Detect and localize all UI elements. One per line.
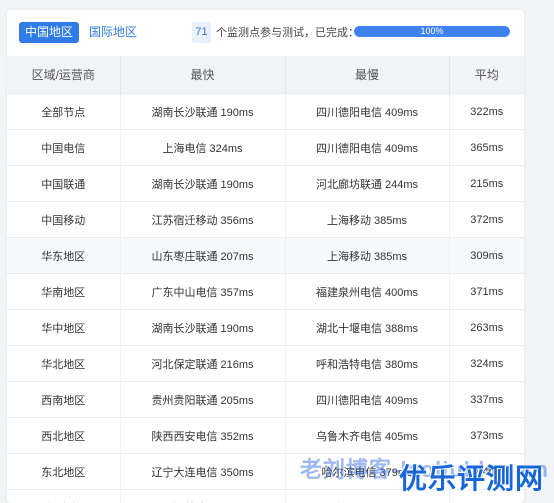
cell-average: 371ms <box>449 273 524 310</box>
cell-region: 东北地区 <box>7 453 121 490</box>
progress-bar: 100% <box>354 26 510 37</box>
cell-fastest: 贵州贵阳联通 205ms <box>120 381 286 418</box>
cell-fastest: 湖南长沙联通 190ms <box>120 93 286 130</box>
tab-international-region[interactable]: 国际地区 <box>83 22 143 43</box>
cell-slowest: 呼和浩特电信 380ms <box>285 345 450 382</box>
cell-slowest: 福建泉州电信 400ms <box>285 273 450 310</box>
table-row: 华南地区 广东中山电信 357ms 福建泉州电信 400ms 371ms <box>7 273 524 310</box>
cell-fastest: 河北保定联通 216ms <box>120 345 286 382</box>
cell-slowest: 乌鲁木齐电信 405ms <box>285 417 450 454</box>
cell-region: 华中地区 <box>7 309 121 346</box>
cell-slowest: 河北廊坊联通 244ms <box>285 165 450 202</box>
table-row: 西北地区 陕西西安电信 352ms 乌鲁木齐电信 405ms 373ms <box>7 417 524 454</box>
cell-region: 华北地区 <box>7 345 121 382</box>
cell-slowest: 上海移动 385ms <box>285 237 450 274</box>
results-table: 区域/运营商 最快 最慢 平均 全部节点 湖南长沙联通 190ms 四川德阳电信 4… <box>7 56 524 503</box>
table-row: 西南地区 贵州贵阳联通 205ms 四川德阳电信 409ms 337ms <box>7 381 524 418</box>
table-row: 港澳台香港荃湾 210ms香港GCP 350ms <box>7 489 524 503</box>
cell-region: 中国移动 <box>7 201 121 238</box>
cell-region: 中国联通 <box>7 165 121 202</box>
progress-label: 个监测点参与测试，已完成： <box>216 27 359 39</box>
table-header-row: 区域/运营商 最快 最慢 平均 <box>7 56 524 94</box>
cell-fastest: 辽宁大连电信 350ms <box>120 453 286 490</box>
table-row: 华北地区 河北保定联通 216ms 呼和浩特电信 380ms 324ms <box>7 345 524 382</box>
cell-slowest: 四川德阳电信 409ms <box>285 93 450 130</box>
cell-average <box>449 489 524 503</box>
table-row: 华中地区 湖南长沙联通 190ms 湖北十堰电信 388ms 263ms <box>7 309 524 346</box>
progress-fill: 100% <box>354 26 510 37</box>
cell-average: 365ms <box>449 129 524 166</box>
toolbar: 中国地区 国际地区 71 个监测点参与测试，已完成： 100% <box>7 10 524 56</box>
cell-region: 全部节点 <box>7 93 121 130</box>
cell-fastest: 上海电信 324ms <box>120 129 286 166</box>
cell-region: 华南地区 <box>7 273 121 310</box>
cell-slowest: 四川德阳电信 409ms <box>285 381 450 418</box>
table-row: 华东地区 山东枣庄联通 207ms 上海移动 385ms 309ms <box>7 237 524 274</box>
cell-average: 364ms <box>449 453 524 490</box>
cell-fastest: 江苏宿迁移动 356ms <box>120 201 286 238</box>
column-header-slowest: 最慢 <box>285 56 450 94</box>
table-row: 中国联通 湖南长沙联通 190ms 河北廊坊联通 244ms 215ms <box>7 165 524 202</box>
cell-average: 372ms <box>449 201 524 238</box>
cell-slowest: 哈尔滨电信 379ms <box>285 453 450 490</box>
cell-average: 373ms <box>449 417 524 454</box>
cell-region: 港澳台 <box>7 489 121 503</box>
column-header-region: 区域/运营商 <box>7 56 121 94</box>
column-header-average: 平均 <box>449 56 524 94</box>
cell-average: 324ms <box>449 345 524 382</box>
table-row: 中国电信 上海电信 324ms 四川德阳电信 409ms 365ms <box>7 129 524 166</box>
cell-region: 华东地区 <box>7 237 121 274</box>
cell-average: 322ms <box>449 93 524 130</box>
cell-average: 337ms <box>449 381 524 418</box>
cell-fastest: 湖南长沙联通 190ms <box>120 309 286 346</box>
column-header-fastest: 最快 <box>120 56 286 94</box>
table-row: 中国移动 江苏宿迁移动 356ms 上海移动 385ms 372ms <box>7 201 524 238</box>
cell-fastest: 陕西西安电信 352ms <box>120 417 286 454</box>
node-count-badge: 71 <box>192 22 211 43</box>
cell-region: 西南地区 <box>7 381 121 418</box>
table-row: 东北地区 辽宁大连电信 350ms 哈尔滨电信 379ms 364ms <box>7 453 524 490</box>
cell-slowest: 四川德阳电信 409ms <box>285 129 450 166</box>
cell-region: 西北地区 <box>7 417 121 454</box>
cell-fastest: 广东中山电信 357ms <box>120 273 286 310</box>
cell-fastest: 湖南长沙联通 190ms <box>120 165 286 202</box>
cell-slowest: 上海移动 385ms <box>285 201 450 238</box>
tab-china-region[interactable]: 中国地区 <box>19 22 80 43</box>
cell-average: 263ms <box>449 309 524 346</box>
cell-average: 309ms <box>449 237 524 274</box>
cell-average: 215ms <box>449 165 524 202</box>
cell-slowest: 湖北十堰电信 388ms <box>285 309 450 346</box>
cell-fastest: 香港荃湾 210ms <box>120 489 286 503</box>
cell-region: 中国电信 <box>7 129 121 166</box>
table-row: 全部节点 湖南长沙联通 190ms 四川德阳电信 409ms 322ms <box>7 93 524 130</box>
speed-test-panel: 中国地区 国际地区 71 个监测点参与测试，已完成： 100% 区域/运营商 最… <box>7 10 524 503</box>
cell-slowest: 香港GCP 350ms <box>285 489 450 503</box>
cell-fastest: 山东枣庄联通 207ms <box>120 237 286 274</box>
